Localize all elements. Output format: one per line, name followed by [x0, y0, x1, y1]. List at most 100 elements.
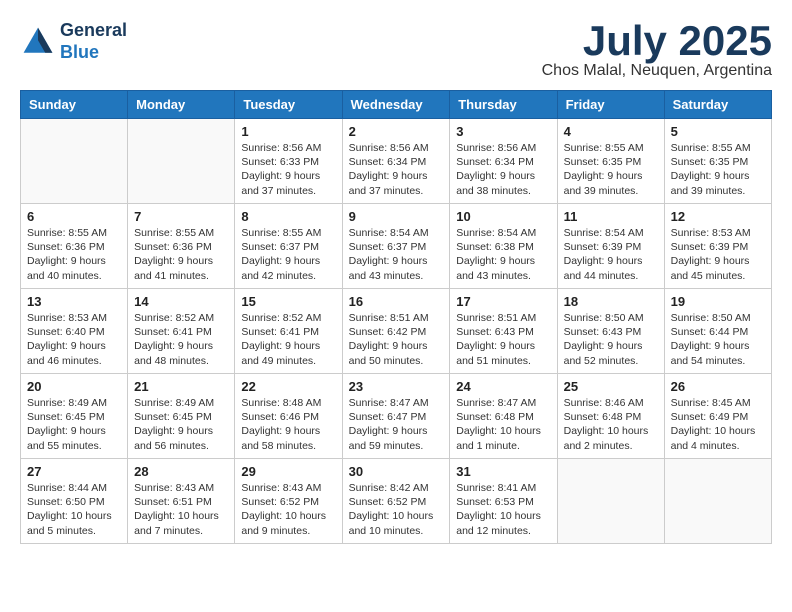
- cell-text: Sunrise: 8:49 AM Sunset: 6:45 PM Dayligh…: [134, 396, 228, 453]
- calendar-cell: 31Sunrise: 8:41 AM Sunset: 6:53 PM Dayli…: [450, 459, 557, 544]
- calendar-cell: 6Sunrise: 8:55 AM Sunset: 6:36 PM Daylig…: [21, 204, 128, 289]
- calendar-cell: 16 Sunrise: 8:51 AM Sunset: 6:42 PM Dayli…: [342, 289, 450, 374]
- week-row: 13 Sunrise: 8:53 AM Sunset: 6:40 PM Dayli…: [21, 289, 772, 374]
- calendar-cell: 1 Sunrise: 8:56 AM Sunset: 6:33 PM Daylig…: [235, 119, 342, 204]
- day-number: 13: [27, 294, 121, 309]
- calendar-cell: 15Sunrise: 8:52 AM Sunset: 6:41 PM Dayli…: [235, 289, 342, 374]
- day-number: 10: [456, 209, 550, 224]
- week-row: 20 Sunrise: 8:49 AM Sunset: 6:45 PM Dayli…: [21, 374, 772, 459]
- cell-text: Sunrise: 8:45 AM Sunset: 6:49 PM Dayligh…: [671, 396, 765, 453]
- day-number: 23: [349, 379, 444, 394]
- cell-text: Sunrise: 8:43 AM Sunset: 6:51 PM Dayligh…: [134, 481, 228, 538]
- week-row: 1 Sunrise: 8:56 AM Sunset: 6:33 PM Daylig…: [21, 119, 772, 204]
- weekday-header: Saturday: [664, 91, 771, 119]
- cell-text: Sunrise: 8:51 AM Sunset: 6:43 PM Dayligh…: [456, 311, 550, 368]
- calendar-cell: 18Sunrise: 8:50 AM Sunset: 6:43 PM Dayli…: [557, 289, 664, 374]
- calendar-cell: 23 Sunrise: 8:47 AM Sunset: 6:47 PM Dayli…: [342, 374, 450, 459]
- calendar-cell: 11 Sunrise: 8:54 AM Sunset: 6:39 PM Dayli…: [557, 204, 664, 289]
- logo-text-blue: Blue: [60, 42, 127, 64]
- day-number: 9: [349, 209, 444, 224]
- cell-text: Sunrise: 8:55 AM Sunset: 6:36 PM Dayligh…: [134, 226, 228, 283]
- day-number: 20: [27, 379, 121, 394]
- calendar-cell: 29 Sunrise: 8:43 AM Sunset: 6:52 PM Dayli…: [235, 459, 342, 544]
- day-number: 16: [349, 294, 444, 309]
- day-number: 8: [241, 209, 335, 224]
- calendar-cell: 17 Sunrise: 8:51 AM Sunset: 6:43 PM Dayli…: [450, 289, 557, 374]
- calendar-cell: 30Sunrise: 8:42 AM Sunset: 6:52 PM Dayli…: [342, 459, 450, 544]
- calendar-cell: 26Sunrise: 8:45 AM Sunset: 6:49 PM Dayli…: [664, 374, 771, 459]
- cell-text: Sunrise: 8:51 AM Sunset: 6:42 PM Dayligh…: [349, 311, 444, 368]
- cell-text: Sunrise: 8:53 AM Sunset: 6:39 PM Dayligh…: [671, 226, 765, 283]
- calendar-cell: 10 Sunrise: 8:54 AM Sunset: 6:38 PM Dayli…: [450, 204, 557, 289]
- calendar-cell: 3Sunrise: 8:56 AM Sunset: 6:34 PM Daylig…: [450, 119, 557, 204]
- calendar-cell: 2 Sunrise: 8:56 AM Sunset: 6:34 PM Daylig…: [342, 119, 450, 204]
- cell-text: Sunrise: 8:46 AM Sunset: 6:48 PM Dayligh…: [564, 396, 658, 453]
- cell-text: Sunrise: 8:54 AM Sunset: 6:38 PM Dayligh…: [456, 226, 550, 283]
- day-number: 3: [456, 124, 550, 139]
- day-number: 29: [241, 464, 335, 479]
- calendar-cell: 22 Sunrise: 8:48 AM Sunset: 6:46 PM Dayli…: [235, 374, 342, 459]
- day-number: 12: [671, 209, 765, 224]
- cell-text: Sunrise: 8:47 AM Sunset: 6:47 PM Dayligh…: [349, 396, 444, 453]
- day-number: 31: [456, 464, 550, 479]
- day-number: 11: [564, 209, 658, 224]
- day-number: 24: [456, 379, 550, 394]
- cell-text: Sunrise: 8:54 AM Sunset: 6:37 PM Dayligh…: [349, 226, 444, 283]
- calendar-cell: 25 Sunrise: 8:46 AM Sunset: 6:48 PM Dayli…: [557, 374, 664, 459]
- cell-text: Sunrise: 8:47 AM Sunset: 6:48 PM Dayligh…: [456, 396, 550, 453]
- cell-text: Sunrise: 8:55 AM Sunset: 6:36 PM Dayligh…: [27, 226, 121, 283]
- calendar-cell: 9 Sunrise: 8:54 AM Sunset: 6:37 PM Daylig…: [342, 204, 450, 289]
- calendar-cell: [128, 119, 235, 204]
- cell-text: Sunrise: 8:56 AM Sunset: 6:34 PM Dayligh…: [349, 141, 444, 198]
- location: Chos Malal, Neuquen, Argentina: [542, 62, 772, 80]
- cell-text: Sunrise: 8:52 AM Sunset: 6:41 PM Dayligh…: [134, 311, 228, 368]
- calendar-cell: 13 Sunrise: 8:53 AM Sunset: 6:40 PM Dayli…: [21, 289, 128, 374]
- cell-text: Sunrise: 8:43 AM Sunset: 6:52 PM Dayligh…: [241, 481, 335, 538]
- cell-text: Sunrise: 8:50 AM Sunset: 6:43 PM Dayligh…: [564, 311, 658, 368]
- calendar-cell: [557, 459, 664, 544]
- day-number: 14: [134, 294, 228, 309]
- weekday-header: Monday: [128, 91, 235, 119]
- day-number: 21: [134, 379, 228, 394]
- day-number: 1: [241, 124, 335, 139]
- week-row: 27Sunrise: 8:44 AM Sunset: 6:50 PM Dayli…: [21, 459, 772, 544]
- weekday-header: Friday: [557, 91, 664, 119]
- calendar-cell: [664, 459, 771, 544]
- cell-text: Sunrise: 8:55 AM Sunset: 6:37 PM Dayligh…: [241, 226, 335, 283]
- day-number: 15: [241, 294, 335, 309]
- day-number: 25: [564, 379, 658, 394]
- logo: General Blue: [20, 20, 127, 63]
- day-number: 17: [456, 294, 550, 309]
- calendar-cell: 20 Sunrise: 8:49 AM Sunset: 6:45 PM Dayli…: [21, 374, 128, 459]
- calendar-cell: [21, 119, 128, 204]
- cell-text: Sunrise: 8:54 AM Sunset: 6:39 PM Dayligh…: [564, 226, 658, 283]
- day-number: 7: [134, 209, 228, 224]
- calendar-cell: 24 Sunrise: 8:47 AM Sunset: 6:48 PM Dayli…: [450, 374, 557, 459]
- cell-text: Sunrise: 8:48 AM Sunset: 6:46 PM Dayligh…: [241, 396, 335, 453]
- weekday-header: Tuesday: [235, 91, 342, 119]
- calendar-cell: 4Sunrise: 8:55 AM Sunset: 6:35 PM Daylig…: [557, 119, 664, 204]
- weekday-header-row: SundayMondayTuesdayWednesdayThursdayFrid…: [21, 91, 772, 119]
- calendar-cell: 14 Sunrise: 8:52 AM Sunset: 6:41 PM Dayli…: [128, 289, 235, 374]
- cell-text: Sunrise: 8:49 AM Sunset: 6:45 PM Dayligh…: [27, 396, 121, 453]
- calendar-cell: 12 Sunrise: 8:53 AM Sunset: 6:39 PM Dayli…: [664, 204, 771, 289]
- day-number: 30: [349, 464, 444, 479]
- day-number: 5: [671, 124, 765, 139]
- cell-text: Sunrise: 8:53 AM Sunset: 6:40 PM Dayligh…: [27, 311, 121, 368]
- weekday-header: Thursday: [450, 91, 557, 119]
- day-number: 27: [27, 464, 121, 479]
- calendar-cell: 5 Sunrise: 8:55 AM Sunset: 6:35 PM Daylig…: [664, 119, 771, 204]
- cell-text: Sunrise: 8:50 AM Sunset: 6:44 PM Dayligh…: [671, 311, 765, 368]
- week-row: 6Sunrise: 8:55 AM Sunset: 6:36 PM Daylig…: [21, 204, 772, 289]
- weekday-header: Wednesday: [342, 91, 450, 119]
- day-number: 2: [349, 124, 444, 139]
- cell-text: Sunrise: 8:55 AM Sunset: 6:35 PM Dayligh…: [671, 141, 765, 198]
- calendar-cell: 7 Sunrise: 8:55 AM Sunset: 6:36 PM Daylig…: [128, 204, 235, 289]
- logo-icon: [20, 24, 56, 60]
- title-section: July 2025 Chos Malal, Neuquen, Argentina: [542, 20, 772, 80]
- day-number: 22: [241, 379, 335, 394]
- calendar-cell: 27Sunrise: 8:44 AM Sunset: 6:50 PM Dayli…: [21, 459, 128, 544]
- cell-text: Sunrise: 8:56 AM Sunset: 6:33 PM Dayligh…: [241, 141, 335, 198]
- month-title: July 2025: [542, 20, 772, 62]
- calendar-cell: 19Sunrise: 8:50 AM Sunset: 6:44 PM Dayli…: [664, 289, 771, 374]
